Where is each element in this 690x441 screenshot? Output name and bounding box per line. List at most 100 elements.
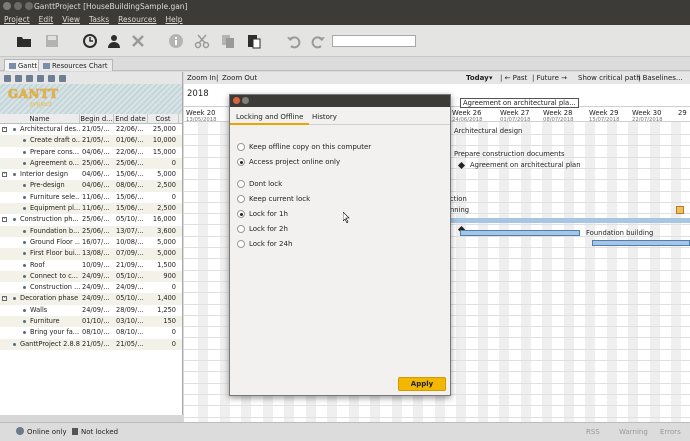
task-name-cell[interactable]: Roof <box>0 260 80 271</box>
table-row[interactable]: Agreement o... 25/06/... 25/06/... 0 <box>0 157 182 170</box>
menu-help[interactable]: Help <box>165 15 182 24</box>
task-name-cell[interactable]: Walls <box>0 305 80 316</box>
task-begin[interactable]: 25/06/... <box>80 214 114 225</box>
task-cost[interactable]: 5,000 <box>148 248 179 259</box>
task-begin[interactable]: 25/06/... <box>80 158 114 169</box>
radio-button[interactable] <box>237 225 245 233</box>
minimize-window-button[interactable] <box>14 2 22 10</box>
radio-button[interactable] <box>237 180 245 188</box>
task-name-cell[interactable]: - Architectural des... <box>0 124 80 135</box>
task-cost[interactable]: 3,600 <box>148 226 179 237</box>
radio-button[interactable] <box>237 158 245 166</box>
task-begin[interactable]: 21/05/... <box>80 339 114 350</box>
menu-view[interactable]: View <box>62 15 80 24</box>
outdent-icon[interactable] <box>15 74 22 82</box>
task-begin[interactable]: 08/10/... <box>80 327 114 338</box>
table-row[interactable]: Roof 10/09/... 21/09/... 1,500 <box>0 260 182 271</box>
task-name-cell[interactable]: Bring your fa... <box>0 327 80 338</box>
redo-icon[interactable] <box>310 33 326 49</box>
task-end[interactable]: 08/10/... <box>114 327 148 338</box>
person-icon[interactable] <box>106 33 122 49</box>
task-begin[interactable]: 24/09/... <box>80 293 114 304</box>
task-name-cell[interactable]: First Floor bui... <box>0 248 80 259</box>
lock-status[interactable]: Not locked <box>81 428 118 436</box>
unlink-icon[interactable] <box>59 74 66 82</box>
table-row[interactable]: Pre-design 04/06/... 08/06/... 2,500 <box>0 180 182 192</box>
task-name-cell[interactable]: Furniture sele... <box>0 192 80 203</box>
task-cost[interactable]: 15,000 <box>148 147 179 158</box>
tab-gantt[interactable]: Gantt <box>4 59 43 71</box>
task-name-cell[interactable]: Construction ... <box>0 282 80 293</box>
online-status[interactable]: Online only <box>27 428 67 436</box>
collapse-toggle[interactable]: - <box>2 296 7 302</box>
task-name-cell[interactable]: Pre-design <box>0 180 80 191</box>
table-row[interactable]: GanttProject 2.8.8 21/05/... 21/05/... 0 <box>0 338 182 350</box>
task-handle[interactable] <box>676 206 684 214</box>
ground-floor-bar[interactable] <box>592 240 690 246</box>
task-end[interactable]: 13/07/... <box>114 226 148 237</box>
task-name-cell[interactable]: - Interior design <box>0 169 80 180</box>
maximize-window-button[interactable] <box>25 2 33 10</box>
open-folder-icon[interactable] <box>16 33 32 49</box>
task-end[interactable]: 28/09/... <box>114 305 148 316</box>
copy-icon[interactable] <box>220 33 236 49</box>
radio-option[interactable]: Keep offline copy on this computer <box>237 143 371 151</box>
save-icon[interactable] <box>44 33 60 49</box>
radio-button[interactable] <box>237 210 245 218</box>
table-row[interactable]: Construction ... 24/09/... 24/09/... 0 <box>0 282 182 293</box>
table-row[interactable]: - Interior design 04/06/... 15/06/... 5,000 <box>0 169 182 180</box>
collapse-toggle[interactable]: - <box>2 127 7 132</box>
task-cost[interactable]: 900 <box>148 271 179 282</box>
close-window-button[interactable] <box>3 2 11 10</box>
task-cost[interactable]: 150 <box>148 316 179 327</box>
radio-option[interactable]: Lock for 24h <box>237 240 292 248</box>
table-row[interactable]: Prepare cons... 04/06/... 22/06/... 15,000 <box>0 147 182 158</box>
past-button[interactable]: | ← Past <box>500 74 527 82</box>
menu-project[interactable]: Project <box>4 15 30 24</box>
task-name-cell[interactable]: GanttProject 2.8.8 <box>0 339 80 350</box>
col-name-header[interactable]: Name <box>0 114 80 123</box>
task-begin[interactable]: 01/10/... <box>80 316 114 327</box>
table-row[interactable]: - Architectural des... 21/05/... 22/06/... 2… <box>0 124 182 135</box>
radio-option[interactable]: Keep current lock <box>237 195 310 203</box>
table-row[interactable]: Furniture 01/10/... 03/10/... 150 <box>0 316 182 328</box>
future-button[interactable]: | Future → <box>532 74 567 82</box>
table-row[interactable]: First Floor bui... 13/08/... 07/09/... 5,00… <box>0 248 182 260</box>
table-row[interactable]: Equipment pl... 11/06/... 15/06/... 2,500 <box>0 203 182 215</box>
task-begin[interactable]: 21/05/... <box>80 135 114 146</box>
dialog-close-button[interactable] <box>233 97 240 104</box>
task-end[interactable]: 05/10/... <box>114 271 148 282</box>
task-cost[interactable]: 0 <box>148 327 179 338</box>
task-name-cell[interactable]: - Decoration phase <box>0 293 80 304</box>
task-end[interactable]: 24/09/... <box>114 282 148 293</box>
task-cost[interactable]: 1,400 <box>148 293 179 304</box>
task-end[interactable]: 22/06/... <box>114 147 148 158</box>
indent-icon[interactable] <box>4 74 11 82</box>
task-end[interactable]: 21/05/... <box>114 339 148 350</box>
task-name-cell[interactable]: - Construction ph... <box>0 214 80 225</box>
task-end[interactable]: 21/09/... <box>114 260 148 271</box>
task-cost[interactable]: 5,000 <box>148 169 179 180</box>
task-begin[interactable]: 11/06/... <box>80 203 114 214</box>
task-begin[interactable]: 04/06/... <box>80 180 114 191</box>
task-cost[interactable]: 0 <box>148 192 179 203</box>
task-end[interactable]: 25/06/... <box>114 158 148 169</box>
menu-tasks[interactable]: Tasks <box>89 15 109 24</box>
task-cost[interactable]: 0 <box>148 339 179 350</box>
task-name-cell[interactable]: Prepare cons... <box>0 147 80 158</box>
task-end[interactable]: 01/06/... <box>114 135 148 146</box>
table-row[interactable]: Bring your fa... 08/10/... 08/10/... 0 <box>0 327 182 338</box>
undo-icon[interactable] <box>286 33 302 49</box>
table-row[interactable]: Connect to c... 24/09/... 05/10/... 900 <box>0 270 182 283</box>
radio-option[interactable]: Lock for 1h <box>237 210 288 218</box>
task-cost[interactable]: 10,000 <box>148 135 179 146</box>
task-cost[interactable]: 5,000 <box>148 237 179 248</box>
task-name-cell[interactable]: Connect to c... <box>0 271 80 282</box>
apply-button[interactable]: Apply <box>398 377 446 391</box>
errors-label[interactable]: Errors <box>660 428 681 436</box>
col-begin-header[interactable]: Begin d... <box>80 114 114 123</box>
task-begin[interactable]: 25/06/... <box>80 226 114 237</box>
table-row[interactable]: Create draft o... 21/05/... 01/06/... 10,00… <box>0 135 182 147</box>
zoom-out-button[interactable]: Zoom Out <box>222 74 257 82</box>
task-cost[interactable]: 25,000 <box>148 124 179 135</box>
